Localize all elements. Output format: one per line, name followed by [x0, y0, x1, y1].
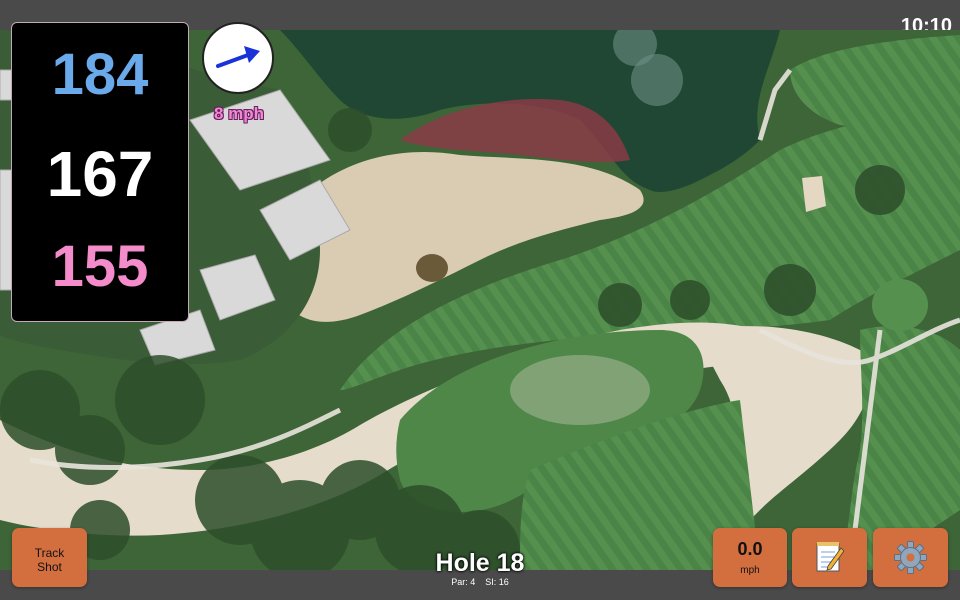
hole-par: Par: 4 — [451, 577, 476, 587]
speed-button[interactable]: 0.0 mph — [713, 528, 787, 587]
notepad-icon — [816, 542, 845, 572]
track-shot-label-line2: Shot — [37, 560, 62, 574]
back-distance: 184 — [51, 42, 149, 107]
front-distance: 155 — [51, 234, 149, 299]
gear-icon — [894, 541, 927, 574]
speed-value: 0.0 — [737, 539, 763, 559]
middle-distance: 167 — [46, 138, 154, 210]
track-shot-button[interactable]: Track Shot — [12, 528, 87, 587]
scorecard-notes-button[interactable] — [792, 528, 867, 587]
track-shot-label-line1: Track — [34, 546, 65, 560]
speed-unit: mph — [740, 565, 760, 576]
distance-panel: 184 167 155 — [11, 22, 189, 322]
settings-button[interactable] — [873, 528, 948, 587]
wind-arrow-icon — [216, 46, 260, 68]
hole-title: Hole 18 — [435, 549, 525, 577]
hole-info: Par: 4 SI: 16 — [380, 577, 580, 588]
wind-speed-label: 8 mph — [213, 104, 265, 123]
hole-stroke-index: SI: 16 — [485, 577, 509, 587]
wind-indicator[interactable] — [202, 22, 274, 94]
